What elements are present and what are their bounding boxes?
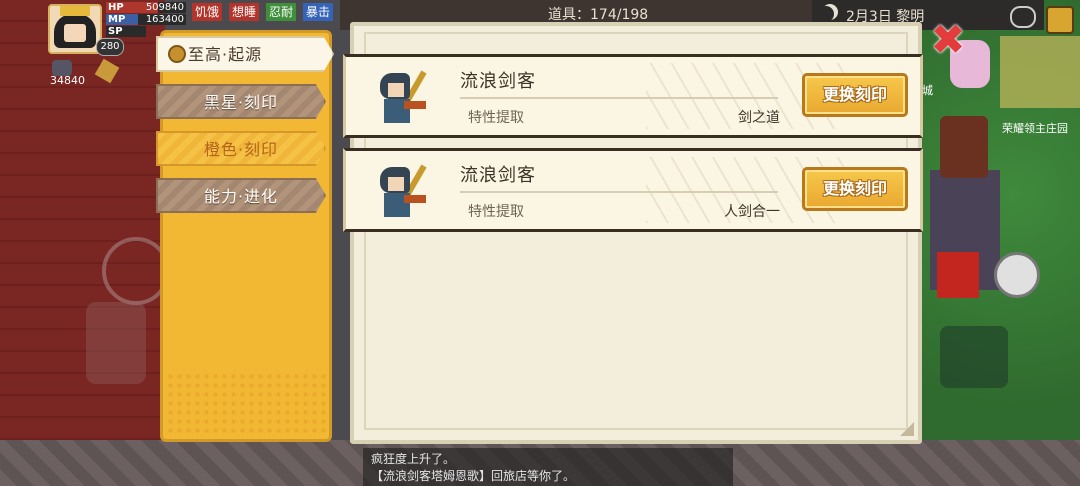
status-crit[interactable]: 暴击 (303, 3, 334, 21)
swordsman-sprite (370, 163, 430, 223)
row-divider (460, 97, 778, 99)
tab-label: 至高·起源 (188, 45, 263, 64)
character-name: 流浪剑客 (460, 165, 536, 186)
message-log: 疯狂度上升了。 【流浪剑客塔姆恩歌】回旅店等你了。 (363, 448, 733, 486)
row-trait: 剑之道 (738, 110, 780, 126)
character-name: 流浪剑客 (460, 71, 536, 92)
tab-label: 黑星·刻印 (203, 93, 279, 112)
log-line: 【流浪剑客塔姆恩歌】回旅店等你了。 (371, 469, 576, 483)
exit-icon[interactable] (1046, 6, 1074, 34)
log-line: 疯狂度上升了。 (371, 452, 456, 466)
dpad-left[interactable] (86, 302, 146, 384)
row-subtitle: 特性提取 (468, 204, 524, 220)
network-icon[interactable] (1010, 6, 1036, 28)
town-label: 城 (922, 84, 933, 97)
seal-row: 流浪剑客 特性提取 剑之道 更换刻印 (343, 54, 923, 138)
skill-hex-icon[interactable] (937, 252, 979, 298)
mp-bar: MP 163400 (106, 14, 186, 25)
row-divider (460, 191, 778, 193)
map-location-label: 荣耀领主庄园 (1002, 122, 1068, 135)
gold-value: 34840 (50, 74, 85, 87)
status-sleepy[interactable]: 想睡 (229, 3, 260, 21)
sprite-arm (404, 101, 426, 109)
status-hunger[interactable]: 饥饿 (192, 3, 223, 21)
seal-row: 流浪剑客 特性提取 人剑合一 更换刻印 (343, 148, 923, 232)
avatar-crown (60, 6, 90, 16)
mp-label: MP (108, 14, 126, 25)
hp-value: 509840 (145, 2, 184, 13)
tab-black-star-seal[interactable]: 黑星·刻印 (156, 84, 326, 119)
level-badge: 280 (96, 38, 124, 56)
tab-supreme-origin[interactable]: 至高·起源 (156, 36, 334, 72)
background-map-path (1000, 36, 1080, 108)
avatar-face (64, 24, 86, 42)
boss-sprite (940, 116, 988, 178)
hp-bar: HP 509840 (106, 2, 186, 13)
tab-panel-pattern (166, 372, 326, 436)
sprite-arm (404, 195, 426, 203)
tab-ability-evolve[interactable]: 能力·进化 (156, 178, 326, 213)
sprite-face (388, 177, 404, 191)
sprite-face (388, 83, 404, 97)
change-seal-button[interactable]: 更换刻印 (802, 167, 908, 211)
moon-icon (818, 6, 834, 22)
mp-value: 163400 (145, 14, 184, 25)
player-avatar[interactable] (48, 4, 102, 54)
tab-label: 橙色·刻印 (203, 140, 279, 159)
inventory-count: 道具：174/198 (548, 7, 649, 23)
row-trait: 人剑合一 (724, 204, 780, 220)
tab-label: 能力·进化 (203, 187, 279, 206)
status-endure[interactable]: 忍耐 (266, 3, 297, 21)
compass-button[interactable] (994, 252, 1040, 298)
sp-label: SP (108, 26, 123, 37)
swordsman-sprite (370, 69, 430, 129)
row-subtitle: 特性提取 (468, 110, 524, 126)
close-icon[interactable]: ✖ (928, 19, 968, 61)
tab-orange-seal[interactable]: 橙色·刻印 (156, 131, 326, 166)
hp-label: HP (108, 2, 124, 13)
bow-icon[interactable] (940, 326, 1008, 388)
change-seal-button[interactable]: 更换刻印 (802, 73, 908, 117)
coin-icon (168, 45, 186, 63)
sp-bar: SP (106, 26, 146, 37)
